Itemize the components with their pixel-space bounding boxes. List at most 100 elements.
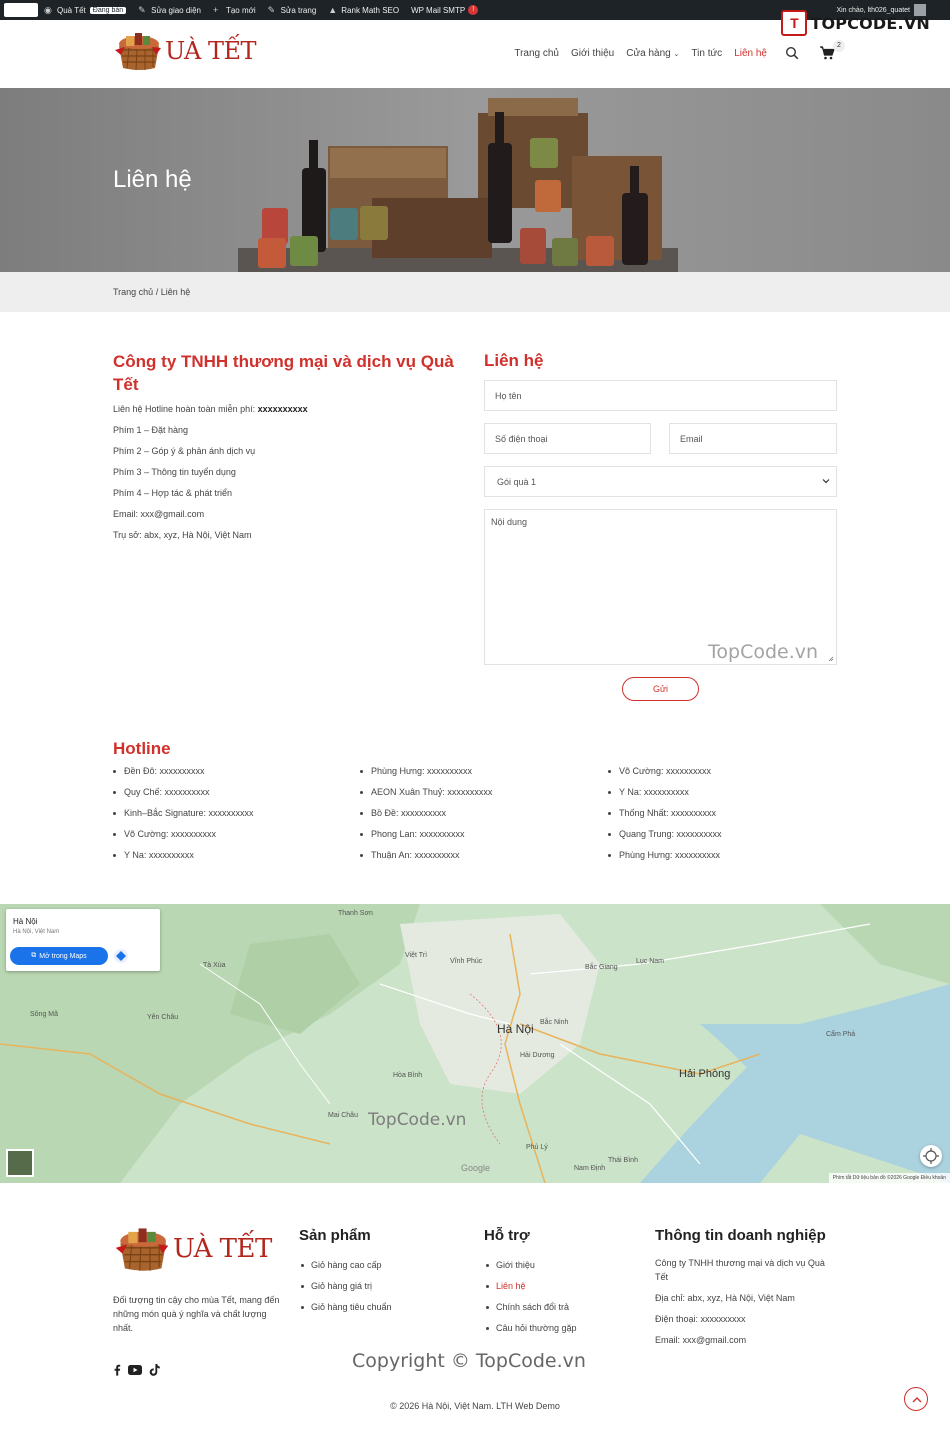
company-title: Công ty TNHH thương mại và dịch vụ Quà T… <box>113 352 454 394</box>
info-line: Phím 4 – Hợp tác & phát triển <box>113 488 232 498</box>
back-to-top-button[interactable] <box>904 1387 928 1411</box>
nav-contact[interactable]: Liên hệ <box>734 48 767 59</box>
social-links <box>113 1364 160 1376</box>
site-icon[interactable] <box>4 3 38 17</box>
hotline-item: Quy Chế: xxxxxxxxxx <box>113 787 254 808</box>
footer-link[interactable]: Giỏ hàng giá trị <box>299 1281 392 1302</box>
map-label: Cẩm Phả <box>826 1031 856 1038</box>
form-title: Liên hệ <box>484 351 544 370</box>
footer-support-list: Giới thiệu Liên hệ Chính sách đổi trả Câ… <box>484 1260 576 1344</box>
topcode-logo-text: TOPCODE.VN <box>810 13 930 33</box>
footer-description: Đối tượng tin cậy cho mùa Tết, mang đến … <box>113 1295 280 1333</box>
status-badge: Đang bán <box>89 6 127 14</box>
admin-seo-link[interactable]: ▲ Rank Math SEO <box>328 4 399 15</box>
footer-link[interactable]: Giỏ hàng cao cấp <box>299 1260 392 1281</box>
facebook-icon[interactable] <box>113 1364 121 1376</box>
admin-smtp-link[interactable]: WP Mail SMTP ! <box>411 5 479 15</box>
dashboard-icon: ◉ <box>44 4 52 15</box>
map-label: Lục Nam <box>636 958 665 965</box>
notification-badge: ! <box>468 5 479 15</box>
cart-button[interactable]: 2 <box>819 40 845 60</box>
footer-link[interactable]: Giới thiệu <box>484 1260 576 1281</box>
map-label: Tà Xùa <box>203 962 226 969</box>
gift-basket-icon <box>115 33 161 71</box>
directions-icon[interactable] <box>114 949 128 963</box>
admin-new-link[interactable]: + Tạo mới <box>213 5 256 15</box>
map-label: Việt Trì <box>405 952 428 959</box>
topcode-watermark-logo: T TOPCODE.VN <box>781 10 930 36</box>
map-place-title: Hà Nội <box>13 917 38 926</box>
hotline-item: Đền Đô: xxxxxxxxxx <box>113 766 254 787</box>
submit-button[interactable]: Gửi <box>622 677 699 701</box>
resize-handle-icon[interactable] <box>828 656 834 662</box>
page-hero: Liên hệ <box>0 88 950 272</box>
footer-link-active[interactable]: Liên hệ <box>484 1281 576 1302</box>
hotline-item: Y Na: xxxxxxxxxx <box>113 850 254 871</box>
hotline-item: Kinh–Bắc Signature: xxxxxxxxxx <box>113 808 254 829</box>
map-label: Thanh Sơn <box>338 910 373 917</box>
hotline-item: Võ Cường: xxxxxxxxxx <box>608 766 722 787</box>
gift-basket-icon <box>115 1228 169 1271</box>
chart-icon: ▲ <box>328 4 338 15</box>
external-link-icon: ⧉ <box>31 952 37 959</box>
main-nav: Trang chủ Giới thiệu Cửa hàng ⌄ Tin tức … <box>502 40 845 60</box>
chevron-down-icon: ⌄ <box>673 50 680 58</box>
footer-logo[interactable]: UÀ TẾT <box>113 1225 272 1273</box>
hotline-item: AEON Xuân Thuỷ: xxxxxxxxxx <box>360 787 492 808</box>
satellite-toggle[interactable] <box>6 1149 34 1177</box>
topcode-logo-icon: T <box>781 10 808 36</box>
breadcrumb-home[interactable]: Trang chủ <box>113 287 153 297</box>
breadcrumb: Trang chủ / Liên hệ <box>113 287 191 297</box>
info-line: Phím 2 – Góp ý & phản ánh dịch vụ <box>113 446 256 456</box>
package-select[interactable]: Gói quà 1 <box>484 466 837 497</box>
map-place-card: Hà Nội Hà Nội, Việt Nam ⧉ Mở trong Maps <box>6 909 160 971</box>
name-field[interactable]: Họ tên <box>484 380 837 411</box>
map-pan-control-icon[interactable] <box>920 1145 942 1167</box>
chevron-up-icon <box>912 1397 922 1403</box>
phone-field[interactable]: Số điện thoại <box>484 423 651 454</box>
hotline-item: Phùng Hưng: xxxxxxxxxx <box>360 766 492 787</box>
footer-link[interactable]: Giỏ hàng tiêu chuẩn <box>299 1302 392 1323</box>
pencil-icon: ✎ <box>267 4 276 15</box>
map-label: Mai Châu <box>328 1112 358 1119</box>
map-label: Hải Dương <box>520 1052 555 1059</box>
search-icon[interactable] <box>785 46 799 60</box>
map-label-capital: Hà Nội <box>497 1022 534 1036</box>
nav-home[interactable]: Trang chủ <box>514 48 559 59</box>
hotline-item: Bồ Đề: xxxxxxxxxx <box>360 808 492 829</box>
nav-news[interactable]: Tin tức <box>691 48 722 59</box>
nav-about[interactable]: Giới thiệu <box>571 48 614 59</box>
cart-count-badge: 2 <box>833 40 845 52</box>
admin-edit-link[interactable]: ✎ Sửa trang <box>267 4 317 15</box>
map-label: Sông Mã <box>30 1011 59 1018</box>
footer-products-list: Giỏ hàng cao cấp Giỏ hàng giá trị Giỏ hà… <box>299 1260 392 1323</box>
hotline-item: Y Na: xxxxxxxxxx <box>608 787 722 808</box>
admin-customize-link[interactable]: ✎ Sửa giao diện <box>138 5 201 15</box>
copyright: © 2026 Hà Nội, Việt Nam. LTH Web Demo <box>390 1401 560 1411</box>
footer-link[interactable]: Chính sách đổi trả <box>484 1302 576 1323</box>
map-label: Yên Châu <box>147 1014 179 1021</box>
google-map[interactable]: Thanh Sơn Việt Trì Vĩnh Phúc Tà Xùa Yên … <box>0 904 950 1183</box>
hotline-item: Phùng Hưng: xxxxxxxxxx <box>608 850 722 871</box>
hotline-item: Phong Lan: xxxxxxxxxx <box>360 829 492 850</box>
biz-line: Email: xxx@gmail.com <box>655 1335 747 1345</box>
open-in-maps-button[interactable]: ⧉ Mở trong Maps <box>10 947 108 965</box>
google-logo: Google <box>461 1163 491 1173</box>
nav-shop[interactable]: Cửa hàng ⌄ <box>626 48 679 59</box>
map-attribution[interactable]: Phím tắt Dữ liệu bản đồ ©2026 Google Điề… <box>828 1173 950 1183</box>
youtube-icon[interactable] <box>128 1365 142 1375</box>
admin-site-link[interactable]: ◉ Quà Tết Đang bán <box>44 4 127 15</box>
hotline-item: Quang Trung: xxxxxxxxxx <box>608 829 722 850</box>
info-email: Email: xxx@gmail.com <box>113 509 205 519</box>
footer-biz-info: Công ty TNHH thương mại và dịch vụ Quà T… <box>655 1256 835 1354</box>
hotline-item: Võ Cường: xxxxxxxxxx <box>113 829 254 850</box>
logo-text: UÀ TẾT <box>165 37 256 65</box>
email-field[interactable]: Email <box>669 423 837 454</box>
footer-support-title: Hỗ trợ <box>484 1227 530 1244</box>
tiktok-icon[interactable] <box>149 1364 160 1376</box>
breadcrumb-bar: Trang chủ / Liên hệ <box>0 272 950 312</box>
biz-line: Điện thoại: xxxxxxxxxx <box>655 1314 746 1324</box>
site-logo[interactable]: UÀ TẾT <box>113 30 256 72</box>
footer-link[interactable]: Câu hỏi thường gặp <box>484 1323 576 1344</box>
hotline-title: Hotline <box>113 739 171 758</box>
